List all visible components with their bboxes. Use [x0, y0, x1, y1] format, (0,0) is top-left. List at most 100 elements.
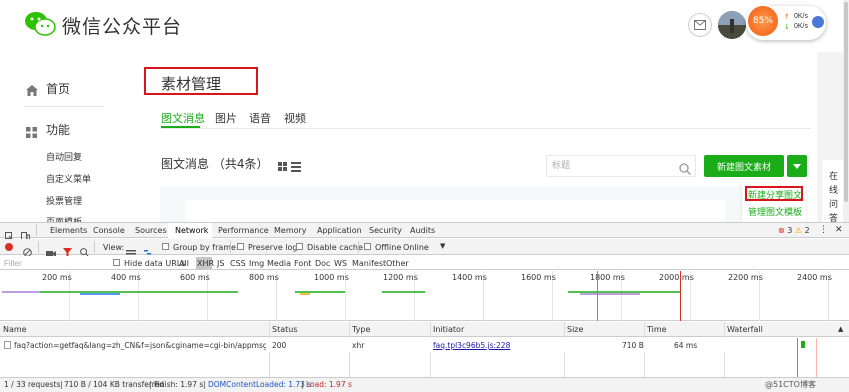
- request-name[interactable]: faq?action=getfaq&lang=zh_CN&f=json&cgin…: [14, 341, 266, 350]
- error-count[interactable]: ⊗ 3 ⚠ 2: [778, 226, 810, 235]
- page-scroll-thumb[interactable]: [844, 2, 848, 202]
- timeline-tick: 1400 ms: [452, 273, 487, 282]
- sidebar-item-auto-reply[interactable]: 自动回复: [46, 150, 82, 163]
- devtools-tab-elements[interactable]: Elements: [50, 226, 87, 235]
- tab-video[interactable]: 视频: [284, 110, 306, 126]
- status-separator: |: [149, 380, 152, 389]
- search-icon[interactable]: [679, 160, 691, 179]
- menu-item-new-share-news[interactable]: 新建分享图文: [748, 188, 802, 201]
- disable-cache-checkbox[interactable]: [296, 243, 303, 250]
- filter-manifest[interactable]: Manifest: [352, 259, 386, 268]
- timeline-tick: 1000 ms: [314, 273, 349, 282]
- avatar[interactable]: [718, 11, 746, 39]
- accelerate-ball-icon[interactable]: [812, 16, 824, 28]
- col-waterfall[interactable]: Waterfall: [727, 325, 763, 334]
- filter-js[interactable]: JS: [217, 259, 224, 268]
- status-load: Load: 1.97 s: [306, 380, 352, 389]
- col-type[interactable]: Type: [352, 325, 370, 334]
- wechat-logo-icon: [24, 11, 56, 37]
- filter-img[interactable]: Img: [249, 259, 264, 268]
- timeline-tick: 2400 ms: [797, 273, 832, 282]
- search-input[interactable]: [552, 159, 672, 173]
- devtools-tab-application[interactable]: Application: [317, 226, 362, 235]
- devtools-tab-network[interactable]: Network: [175, 226, 208, 235]
- devtools-tab-sources[interactable]: Sources: [135, 226, 167, 235]
- filter-font[interactable]: Font: [294, 259, 311, 268]
- sidebar-item-custom-menu[interactable]: 自定义菜单: [46, 172, 91, 185]
- tab-voice[interactable]: 语音: [249, 110, 271, 126]
- tab-news[interactable]: 图文消息: [161, 110, 205, 126]
- sidebar-item-home[interactable]: 首页: [46, 80, 70, 97]
- status-separator: |: [301, 380, 304, 389]
- filter-input[interactable]: [4, 258, 104, 269]
- caret-down-icon: [793, 163, 801, 169]
- filter-css[interactable]: CSS: [230, 259, 246, 268]
- view-toggle[interactable]: [278, 157, 302, 176]
- mail-icon[interactable]: [688, 13, 712, 37]
- speed-percent: 85%: [746, 4, 780, 38]
- devtools-tab-performance[interactable]: Performance: [218, 226, 269, 235]
- col-size[interactable]: Size: [567, 325, 583, 334]
- devtools-tab-console[interactable]: Console: [93, 226, 125, 235]
- filter-media[interactable]: Media: [267, 259, 291, 268]
- request-initiator-link[interactable]: faq.tpl3c96b5.js:228: [433, 341, 510, 350]
- filter-all[interactable]: All: [179, 259, 189, 268]
- filter-doc[interactable]: Doc: [315, 259, 330, 268]
- throttling-caret-icon[interactable]: ▼: [440, 242, 445, 250]
- devtools-tab-memory[interactable]: Memory: [274, 226, 307, 235]
- toolbar-separator: [36, 224, 37, 236]
- app-title: 微信公众平台: [62, 16, 183, 38]
- sidebar-item-page-template[interactable]: 页面模板: [46, 215, 82, 222]
- timeline-tick: 2200 ms: [728, 273, 763, 282]
- create-news-button[interactable]: 新建图文素材: [704, 155, 784, 177]
- group-by-frame-checkbox[interactable]: [162, 243, 169, 250]
- sidebar-item-vote[interactable]: 投票管理: [46, 194, 82, 207]
- watermark: @51CTO博客: [765, 380, 816, 389]
- col-name[interactable]: Name: [3, 325, 27, 334]
- request-status: 200: [272, 341, 287, 350]
- filter-xhr[interactable]: XHR: [197, 259, 214, 268]
- throttling-select[interactable]: Online: [403, 243, 429, 252]
- online-qa-label[interactable]: 在线问答: [829, 170, 839, 222]
- hide-data-urls-label: Hide data URLs: [124, 259, 186, 268]
- col-time[interactable]: Time: [647, 325, 667, 334]
- request-type: xhr: [352, 341, 365, 350]
- sidebar-item-functions[interactable]: 功能: [46, 121, 70, 138]
- list-view-icon: [291, 162, 301, 172]
- request-size: 710 B: [622, 341, 644, 350]
- card-view-icon: [278, 162, 287, 171]
- offline-checkbox[interactable]: [364, 243, 371, 250]
- error-icon: ⊗: [778, 226, 785, 235]
- waterfall-bar[interactable]: [801, 341, 805, 348]
- upload-speed: 0K/s: [794, 13, 809, 20]
- timeline-tick: 400 ms: [111, 273, 141, 282]
- menu-item-manage-templates[interactable]: 管理图文模板: [748, 205, 802, 218]
- col-status[interactable]: Status: [272, 325, 298, 334]
- request-doc-icon: [4, 341, 11, 349]
- timeline-tick: 800 ms: [249, 273, 279, 282]
- waterfall-load-line: [816, 338, 817, 377]
- preserve-log-checkbox[interactable]: [237, 243, 244, 250]
- timeline-tick: 1200 ms: [383, 273, 418, 282]
- requests-table-header: [0, 322, 849, 337]
- filter-other[interactable]: Other: [386, 259, 409, 268]
- timeline-tick: 1600 ms: [521, 273, 556, 282]
- col-initiator[interactable]: Initiator: [433, 325, 464, 334]
- disable-cache-label: Disable cache: [307, 243, 363, 252]
- load-marker: [680, 271, 681, 321]
- devtools-tab-security[interactable]: Security: [369, 226, 402, 235]
- page-title: 素材管理: [161, 75, 222, 93]
- devtools-tab-audits[interactable]: Audits: [410, 226, 435, 235]
- overview-activity: [0, 285, 849, 295]
- dcl-marker: [597, 271, 598, 321]
- network-speed-widget[interactable]: 85% ↑ ↓ 0K/s 0K/s: [746, 4, 826, 40]
- more-menu-icon[interactable]: ⋮: [819, 225, 828, 235]
- create-dropdown-button[interactable]: [787, 155, 807, 177]
- hide-data-urls-checkbox[interactable]: [113, 259, 120, 266]
- sort-caret-icon[interactable]: ▲: [838, 325, 843, 333]
- request-time: 64 ms: [674, 341, 698, 350]
- record-icon[interactable]: [5, 243, 13, 251]
- filter-ws[interactable]: WS: [334, 259, 347, 268]
- tab-images[interactable]: 图片: [215, 110, 237, 126]
- close-devtools-icon[interactable]: ✕: [835, 225, 843, 235]
